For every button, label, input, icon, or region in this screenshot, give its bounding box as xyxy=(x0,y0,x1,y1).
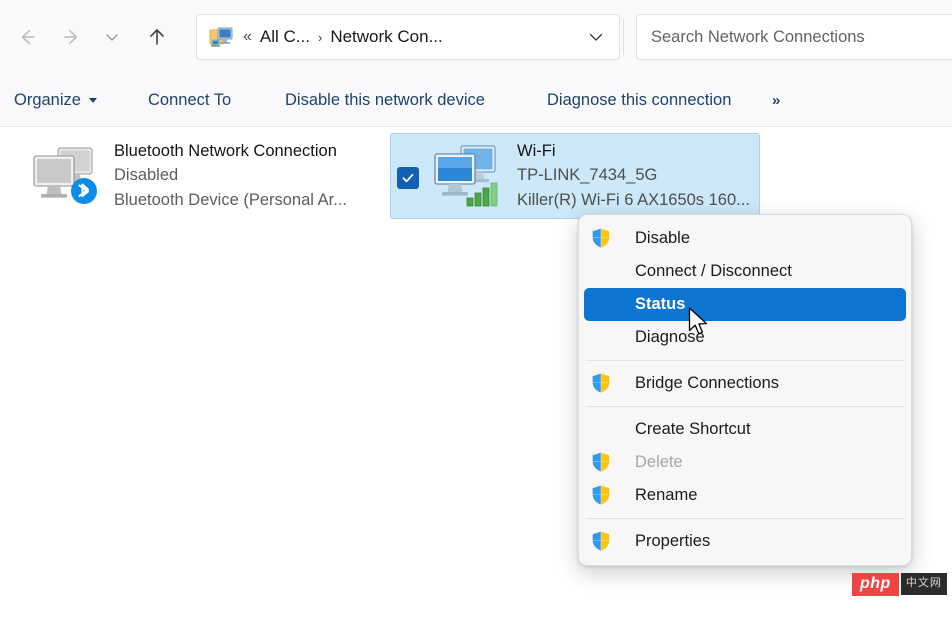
up-button[interactable] xyxy=(138,18,176,56)
caret-down-icon xyxy=(89,98,97,103)
organize-label: Organize xyxy=(14,91,81,110)
breadcrumb-item-all-control-panel[interactable]: All C... xyxy=(257,25,313,49)
command-bar-overflow-button[interactable]: » xyxy=(772,75,779,126)
network-connections-icon xyxy=(209,25,235,49)
watermark-suffix: 中文网 xyxy=(901,573,947,595)
menu-item-label: Create Shortcut xyxy=(635,420,751,439)
menu-separator xyxy=(586,360,904,361)
breadcrumb-item-network-connections[interactable]: Network Con... xyxy=(327,25,445,49)
toolbar-divider xyxy=(623,19,624,55)
menu-item-icon-slot xyxy=(590,326,614,350)
menu-item-label: Bridge Connections xyxy=(635,374,779,393)
address-bar[interactable]: « All C... › Network Con... xyxy=(196,14,620,60)
connection-status: Disabled xyxy=(114,163,347,188)
address-dropdown-button[interactable] xyxy=(579,20,613,54)
disable-network-device-label: Disable this network device xyxy=(285,91,485,110)
chevron-down-icon xyxy=(587,28,605,46)
bluetooth-network-adapter-icon xyxy=(28,143,104,209)
list-item-bluetooth-network-connection[interactable]: Bluetooth Network Connection Disabled Bl… xyxy=(18,133,388,219)
back-arrow-icon xyxy=(16,26,38,48)
wifi-network-adapter-icon xyxy=(431,143,507,209)
connection-device: Killer(R) Wi-Fi 6 AX1650s 160... xyxy=(517,188,750,213)
menu-item-create-shortcut[interactable]: Create Shortcut xyxy=(584,413,906,446)
menu-item-label: Connect / Disconnect xyxy=(635,262,792,281)
menu-item-disable[interactable]: Disable xyxy=(584,222,906,255)
organize-button[interactable]: Organize xyxy=(14,75,97,126)
menu-item-label: Delete xyxy=(635,453,683,472)
uac-shield-icon xyxy=(590,530,614,554)
disable-network-device-button[interactable]: Disable this network device xyxy=(285,75,485,126)
address-toolbar: « All C... › Network Con... Search Netwo… xyxy=(0,0,952,75)
menu-item-diagnose[interactable]: Diagnose xyxy=(584,321,906,354)
recent-locations-button[interactable] xyxy=(98,18,126,56)
menu-item-status[interactable]: Status xyxy=(584,288,906,321)
connect-to-label: Connect To xyxy=(148,91,231,110)
list-item-text: Wi-Fi TP-LINK_7434_5G Killer(R) Wi-Fi 6 … xyxy=(517,139,750,213)
search-input[interactable]: Search Network Connections xyxy=(636,14,952,60)
watermark: php 中文网 xyxy=(852,572,947,596)
connection-device: Bluetooth Device (Personal Ar... xyxy=(114,188,347,213)
menu-item-label: Rename xyxy=(635,486,697,505)
uac-shield-icon xyxy=(590,372,614,396)
menu-item-icon-slot xyxy=(590,260,614,284)
menu-item-icon-slot xyxy=(590,418,614,442)
uac-shield-icon xyxy=(590,451,614,475)
chevron-down-icon xyxy=(104,29,120,45)
wifi-item-checkbox[interactable] xyxy=(397,167,419,189)
menu-item-rename[interactable]: Rename xyxy=(584,479,906,512)
search-placeholder: Search Network Connections xyxy=(651,28,865,47)
list-item-wifi[interactable]: Wi-Fi TP-LINK_7434_5G Killer(R) Wi-Fi 6 … xyxy=(390,133,760,219)
forward-button[interactable] xyxy=(53,18,91,56)
menu-item-connect-disconnect[interactable]: Connect / Disconnect xyxy=(584,255,906,288)
menu-item-bridge-connections[interactable]: Bridge Connections xyxy=(584,367,906,400)
up-arrow-icon xyxy=(145,25,169,49)
breadcrumb-separator: › xyxy=(318,30,322,45)
uac-shield-icon xyxy=(590,227,614,251)
back-button[interactable] xyxy=(8,18,46,56)
context-menu: Disable Connect / Disconnect Status Diag… xyxy=(578,214,912,566)
menu-separator xyxy=(586,406,904,407)
connect-to-button[interactable]: Connect To xyxy=(148,75,231,126)
watermark-brand: php xyxy=(852,573,899,596)
menu-item-label: Disable xyxy=(635,229,690,248)
uac-shield-icon xyxy=(590,484,614,508)
menu-item-label: Diagnose xyxy=(635,328,705,347)
forward-arrow-icon xyxy=(61,26,83,48)
checkmark-icon xyxy=(401,171,415,185)
connection-name: Bluetooth Network Connection xyxy=(114,139,347,163)
diagnose-connection-label: Diagnose this connection xyxy=(547,91,731,110)
menu-item-properties[interactable]: Properties xyxy=(584,525,906,558)
command-bar: Organize Connect To Disable this network… xyxy=(0,75,952,127)
menu-item-label: Status xyxy=(635,295,685,314)
menu-item-icon-slot xyxy=(590,293,614,317)
connection-name: Wi-Fi xyxy=(517,139,750,163)
diagnose-connection-button[interactable]: Diagnose this connection xyxy=(547,75,731,126)
menu-separator xyxy=(586,518,904,519)
file-explorer-window: « All C... › Network Con... Search Netwo… xyxy=(0,0,952,618)
menu-item-label: Properties xyxy=(635,532,710,551)
connection-status: TP-LINK_7434_5G xyxy=(517,163,750,188)
menu-item-delete: Delete xyxy=(584,446,906,479)
list-item-text: Bluetooth Network Connection Disabled Bl… xyxy=(114,139,347,213)
breadcrumb-overflow[interactable]: « xyxy=(243,29,252,45)
